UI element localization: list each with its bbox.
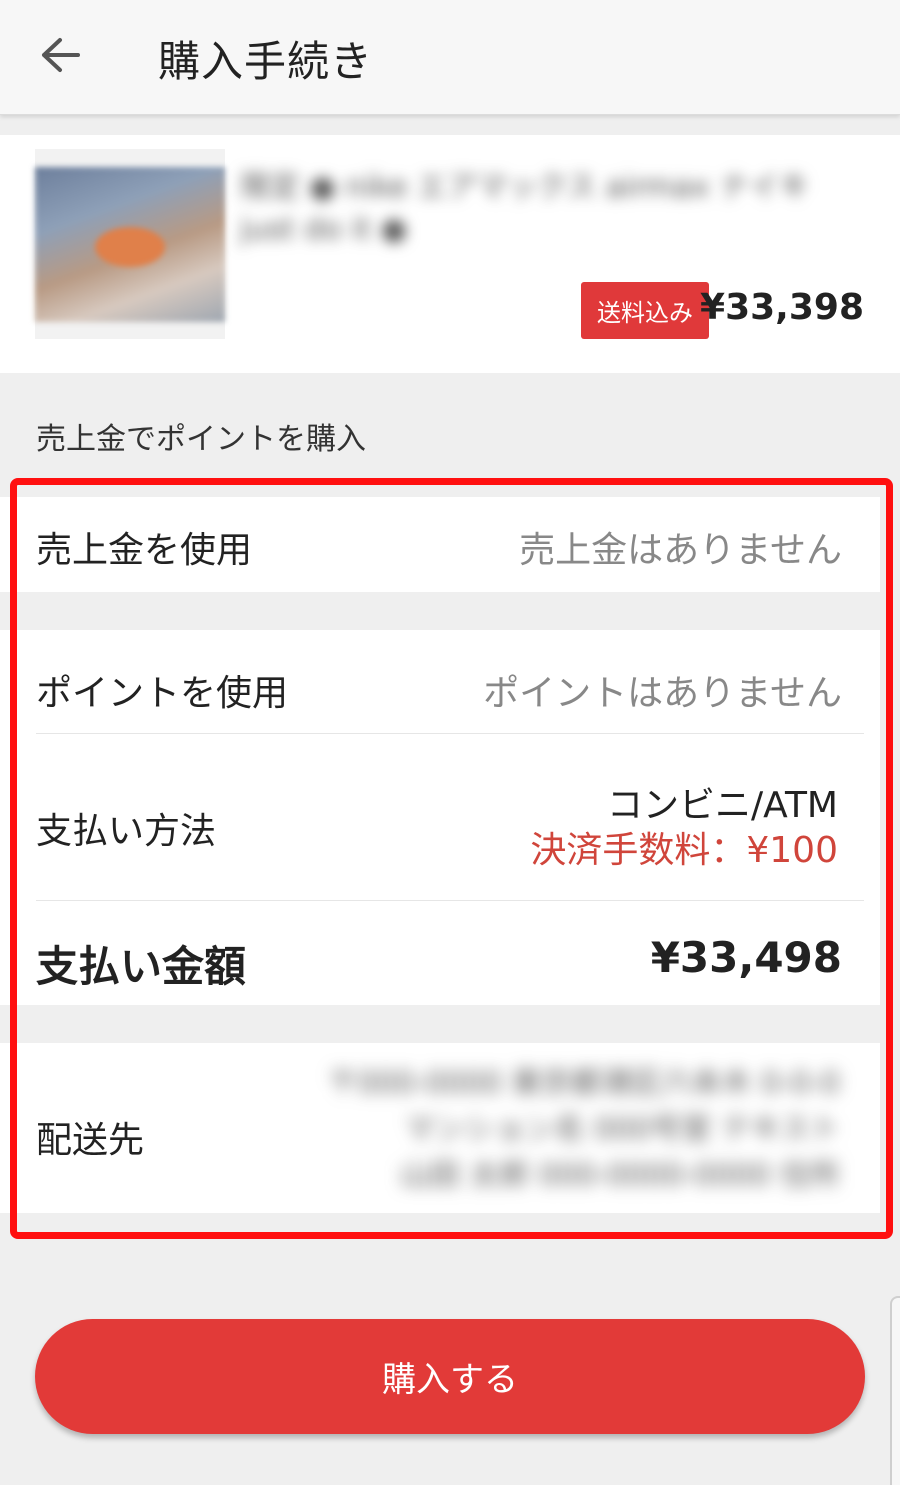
address-line: 〒000-0000 東京都港区六本木 0-0-0 [327, 1066, 840, 1101]
product-image [35, 166, 225, 322]
product-thumbnail [35, 149, 225, 339]
address-line: マンション名 000号室 テキスト [404, 1112, 840, 1147]
address-line: 山田 太郎 000-0000-0000 住所 [399, 1158, 840, 1193]
use-sales-label: 売上金を使用 [36, 530, 253, 571]
product-card[interactable]: 限定 ● nike エアマックス airmax ナイキ just do it ●… [0, 135, 900, 373]
back-button[interactable] [30, 25, 90, 85]
arrow-left-icon [42, 38, 80, 72]
purchase-button[interactable]: 購入する [35, 1319, 865, 1434]
divider [36, 733, 864, 734]
total-amount-value: ¥33,498 [650, 933, 842, 982]
divider [36, 900, 864, 901]
shipping-address-row[interactable]: 配送先 〒000-0000 東京都港区六本木 0-0-0 マンション名 000号… [0, 1043, 880, 1213]
use-sales-value: 売上金はありません [519, 530, 842, 571]
use-sales-row[interactable]: 売上金を使用 売上金はありません [0, 497, 880, 592]
shipping-address-label: 配送先 [36, 1120, 145, 1161]
total-amount-label: 支払い金額 [36, 942, 247, 991]
product-price: ¥33,398 [700, 287, 864, 328]
app-header: 購入手続き [0, 0, 900, 115]
shipping-included-badge: 送料込み [581, 282, 709, 339]
page-title: 購入手続き [158, 37, 374, 86]
payment-details-card: ポイントを使用 ポイントはありません 支払い方法 コンビニ/ATM 決済手数料：… [0, 630, 880, 1005]
use-points-label[interactable]: ポイントを使用 [36, 664, 288, 716]
checkout-screen: 購入手続き 限定 ● nike エアマックス airmax ナイキ just d… [0, 0, 900, 1485]
shipping-address-value: 〒000-0000 東京都港区六本木 0-0-0 マンション名 000号室 テキ… [220, 1061, 840, 1201]
scroll-edge-handle[interactable] [890, 1296, 900, 1485]
product-name: 限定 ● nike エアマックス airmax ナイキ just do it ● [240, 170, 809, 247]
use-points-value[interactable]: ポイントはありません [483, 664, 842, 716]
section-label-points-purchase: 売上金でポイントを購入 [36, 422, 366, 457]
payment-fee: 決済手数料：¥100 [530, 830, 838, 871]
payment-method-label[interactable]: 支払い方法 [36, 802, 216, 854]
